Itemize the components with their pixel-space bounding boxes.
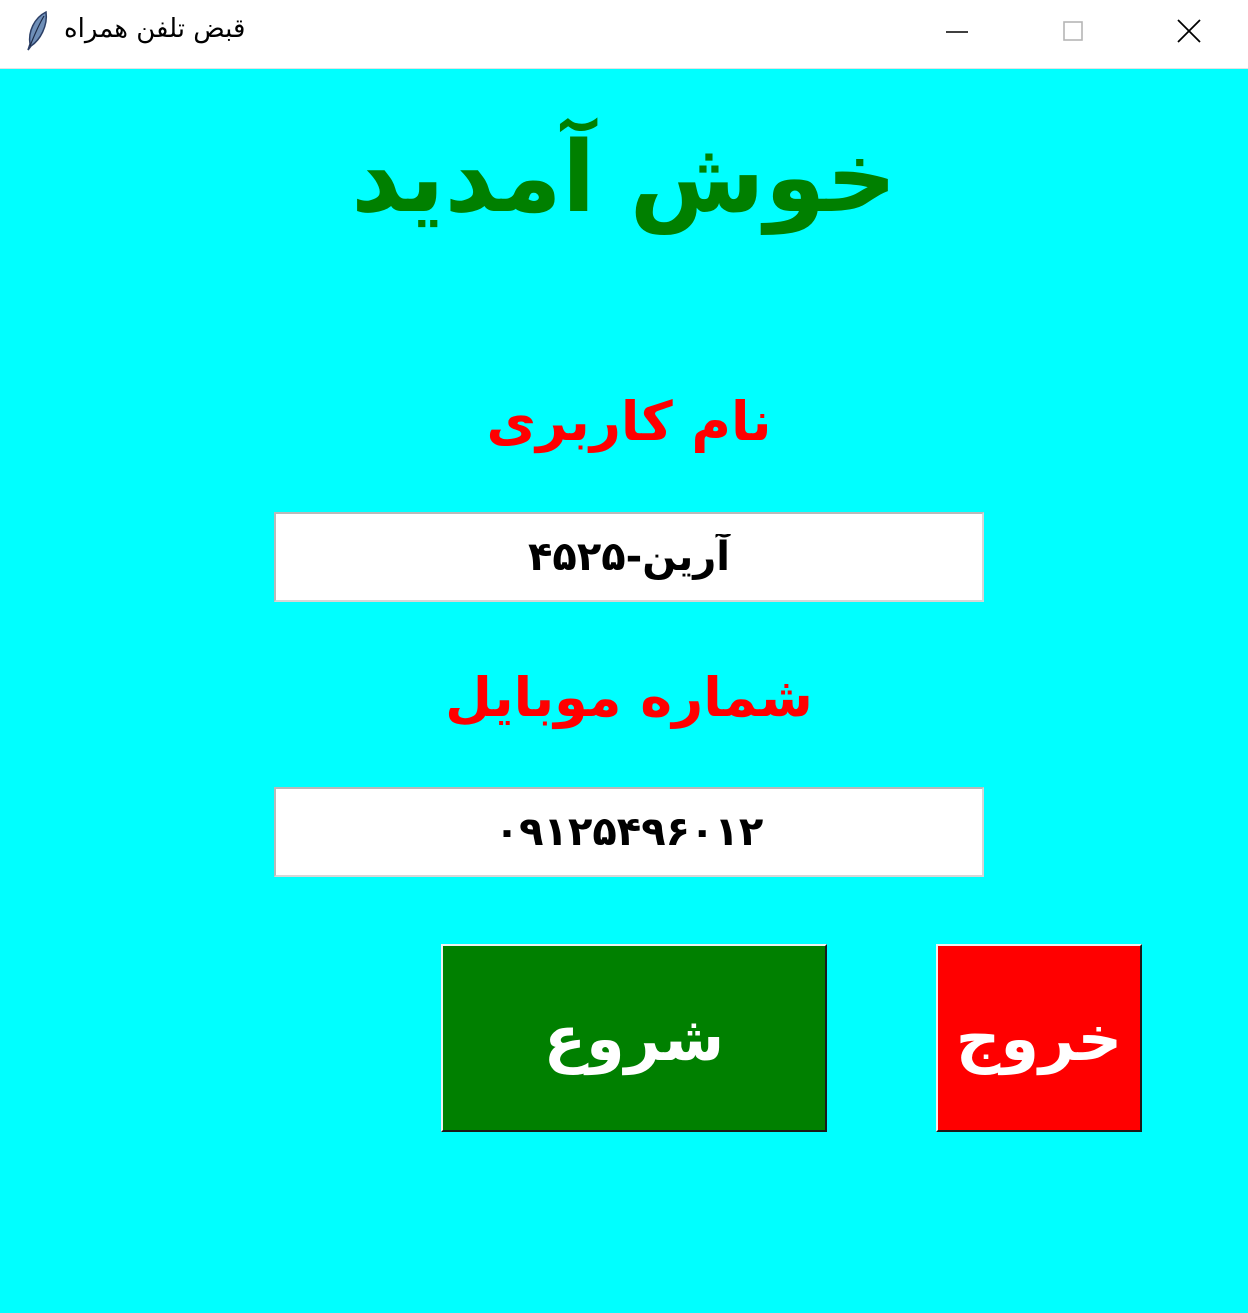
welcome-heading: خوش آمدید [351, 121, 897, 235]
username-label: نام کاربری [486, 390, 772, 453]
maximize-icon [1063, 21, 1083, 41]
feather-icon [27, 10, 48, 51]
exit-button[interactable]: خروج [936, 944, 1142, 1132]
mobile-label: شماره موبایل [445, 666, 813, 729]
close-button[interactable] [1134, 0, 1244, 62]
app-window: قبض تلفن همراه خوش آمدید نام کاربری شمار… [0, 0, 1248, 1313]
title-bar[interactable]: قبض تلفن همراه [0, 0, 1248, 69]
username-input[interactable] [274, 512, 984, 602]
minimize-button[interactable] [902, 0, 1012, 62]
start-button[interactable]: شروع [441, 944, 827, 1132]
maximize-button[interactable] [1018, 0, 1128, 62]
mobile-input[interactable] [274, 787, 984, 877]
minimize-icon [946, 31, 968, 33]
close-icon [1177, 19, 1201, 43]
window-title: قبض تلفن همراه [64, 14, 246, 44]
